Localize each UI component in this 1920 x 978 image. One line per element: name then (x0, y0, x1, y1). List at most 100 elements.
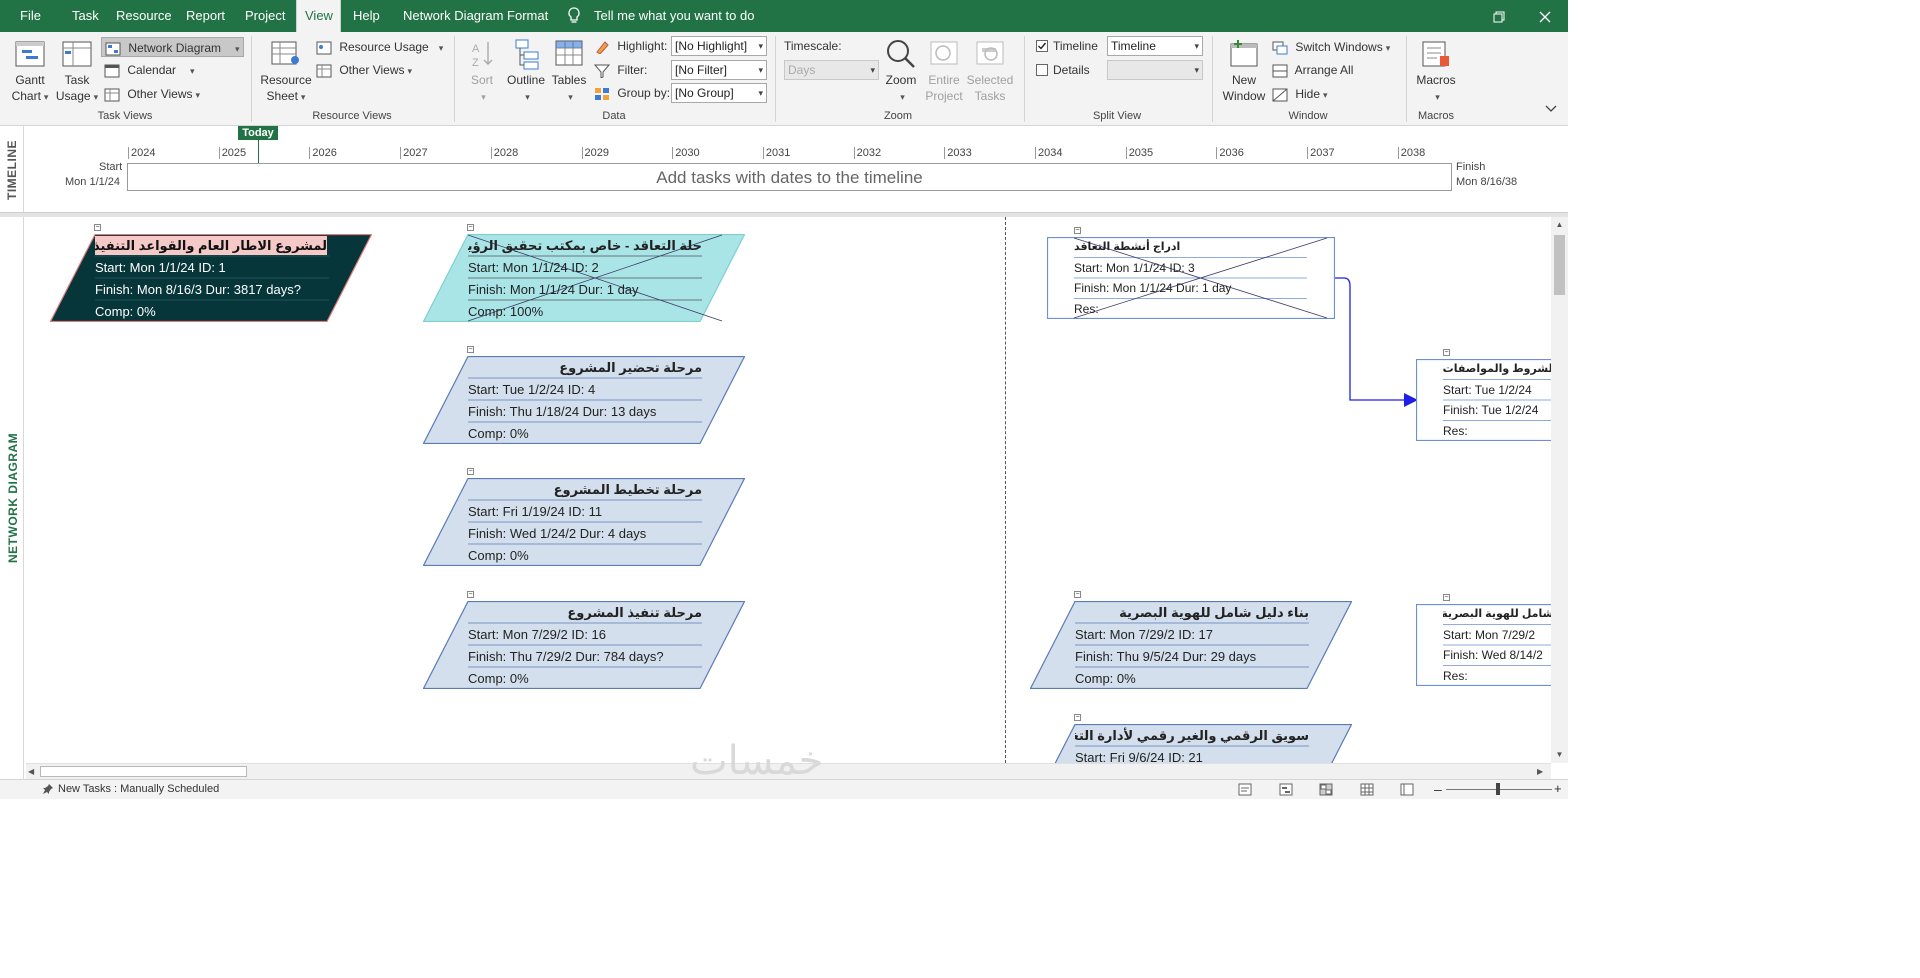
tab-network-diagram-format[interactable]: Network Diagram Format (395, 0, 556, 32)
network-view-shortcut-icon[interactable] (1319, 783, 1333, 796)
collapse-toggle-icon[interactable]: − (1074, 227, 1081, 234)
close-window-button[interactable] (1522, 0, 1568, 32)
group-by-dropdown[interactable]: [No Group] ▾ (671, 83, 767, 103)
timescale-dropdown[interactable]: Days ▾ (784, 60, 879, 80)
highlight-dropdown[interactable]: [No Highlight] ▾ (671, 36, 767, 56)
switch-windows-button[interactable]: Switch Windows ▾ (1272, 37, 1390, 57)
node-start-id: Start: Mon 7/29/2 ID: 16 (468, 627, 607, 642)
collapse-toggle-icon[interactable]: − (94, 224, 101, 231)
network-task-node[interactable]: − مرحلة تخطيط المشروع Start: Fri 1/19/24 I… (423, 468, 745, 566)
hide-button[interactable]: Hide ▾ (1272, 84, 1328, 104)
collapse-toggle-icon[interactable]: − (1443, 349, 1450, 356)
collapse-toggle-icon[interactable]: − (467, 224, 474, 231)
tab-file[interactable]: File (12, 0, 49, 32)
scroll-down-icon[interactable]: ▼ (1551, 747, 1568, 763)
entire-project-button[interactable]: Entire Project (922, 38, 966, 104)
details-checkbox-label: Details (1053, 63, 1090, 77)
sheet-view-shortcut-icon[interactable] (1360, 783, 1374, 796)
collapse-toggle-icon[interactable]: − (1443, 594, 1450, 601)
details-checkbox[interactable] (1036, 64, 1048, 76)
collapse-toggle-icon[interactable]: − (467, 346, 474, 353)
node-completion: Res: (1443, 668, 1468, 683)
gantt-label: Gantt (15, 73, 45, 87)
scroll-up-icon[interactable]: ▲ (1551, 217, 1568, 233)
timeline-year-tick: 2035 (1125, 147, 1153, 159)
timeline-view-dropdown[interactable]: Timeline ▾ (1107, 36, 1203, 56)
macros-button[interactable]: Macros ▾ (1412, 38, 1460, 105)
collapse-toggle-icon[interactable]: − (467, 591, 474, 598)
resource-usage-label: Resource Usage (339, 40, 429, 54)
tab-project[interactable]: Project (237, 0, 293, 32)
ribbon-separator (251, 36, 252, 122)
network-diagram-side-label: NETWORK DIAGRAM (6, 432, 20, 563)
network-task-node[interactable]: − مرحلة تنفيذ المشروع Start: Mon 7/29/2 ID… (423, 591, 745, 689)
vertical-scroll-thumb[interactable] (1554, 235, 1565, 295)
node-completion: Res: (1074, 301, 1099, 316)
collapse-ribbon-button[interactable] (1544, 102, 1558, 117)
scroll-left-icon[interactable]: ◀ (28, 765, 40, 778)
tab-resource[interactable]: Resource (108, 0, 180, 32)
network-task-node[interactable]: − بناء دليل شامل للهوية البصرية Start: Mon… (1030, 591, 1352, 689)
timeline-year-tick: 2026 (309, 147, 337, 159)
outline-button[interactable]: Outline ▾ (504, 38, 548, 105)
calendar-label: Calendar (127, 63, 177, 77)
collapse-toggle-icon[interactable]: − (1074, 591, 1081, 598)
tab-task[interactable]: Task (64, 0, 107, 32)
scroll-right-icon[interactable]: ▶ (1537, 765, 1549, 778)
network-task-node[interactable]: − حلة التعاقد - خاص بمكتب تحقيق الرؤية Sta… (423, 224, 745, 322)
new-tasks-mode[interactable]: New Tasks : Manually Scheduled (58, 783, 219, 795)
network-task-node[interactable]: − مرحلة تحضير المشروع Start: Tue 1/2/24 ID… (423, 346, 745, 444)
network-task-node[interactable]: − ل شامل للهوية البصرية Start: Mon 7/29/2 F… (1416, 594, 1566, 686)
tab-view[interactable]: View (296, 0, 341, 32)
node-finish-duration: Finish: Thu 7/29/2 Dur: 784 days? (468, 649, 664, 664)
sort-label: Sort (470, 73, 493, 87)
timeline-bar[interactable]: Add tasks with dates to the timeline (127, 163, 1452, 191)
node-start-id: Start: Mon 1/1/24 ID: 2 (468, 260, 599, 275)
resource-usage-button[interactable]: Resource Usage ▾ (316, 37, 443, 57)
task-view-shortcut-icon[interactable] (1238, 783, 1252, 796)
collapse-toggle-icon[interactable]: − (1074, 714, 1081, 721)
group-by-label: Group by: (617, 86, 671, 100)
filter-dropdown[interactable]: [No Filter] ▾ (671, 60, 767, 80)
pin-icon (43, 784, 53, 794)
gantt-label-2: Chart (11, 89, 41, 103)
gantt-view-shortcut-icon[interactable] (1279, 783, 1293, 796)
sort-button[interactable]: AZ Sort ▾ (462, 38, 502, 105)
network-task-node[interactable]: − لمشروع الاطار العام والقواعد التنفيذية"… (50, 224, 372, 322)
group-by-value: [No Group] (675, 86, 734, 100)
task-usage-button[interactable]: Task Usage ▾ (54, 38, 100, 105)
timeline-year-tick: 2025 (218, 147, 246, 159)
tables-button[interactable]: Tables ▾ (548, 38, 590, 105)
details-view-dropdown[interactable]: ▾ (1107, 60, 1203, 80)
node-completion: Comp: 100% (468, 304, 544, 319)
network-task-node[interactable]: − ادراج أنشطة التعاقد Start: Mon 1/1/24 ID… (1047, 227, 1335, 319)
network-diagram-button[interactable]: Network Diagram ▾ (101, 37, 244, 57)
tab-report[interactable]: Report (178, 0, 233, 32)
resource-other-views-button[interactable]: Other Views ▾ (316, 60, 412, 80)
restore-icon (1493, 11, 1505, 23)
resource-sheet-button[interactable]: Resource Sheet ▾ (258, 38, 314, 105)
vertical-scrollbar[interactable]: ▲ ▼ (1551, 217, 1568, 763)
node-start-id: Start: Fri 1/19/24 ID: 11 (468, 504, 603, 519)
other-views-button[interactable]: Other Views ▾ (104, 84, 200, 104)
timeline-checkbox[interactable] (1036, 40, 1048, 52)
collapse-toggle-icon[interactable]: − (467, 468, 474, 475)
zoom-out-icon[interactable]: – (1434, 781, 1442, 797)
horizontal-scroll-thumb[interactable] (40, 766, 247, 777)
zoom-slider-thumb[interactable] (1496, 783, 1500, 795)
gantt-chart-button[interactable]: Gantt Chart ▾ (6, 38, 54, 105)
new-window-button[interactable]: New Window (1218, 38, 1270, 104)
zoom-in-icon[interactable]: + (1554, 781, 1562, 796)
checkmark-icon (1038, 42, 1047, 50)
new-window-icon (1230, 40, 1258, 67)
tab-help[interactable]: Help (345, 0, 388, 32)
node-task-name: بناء دليل شامل للهوية البصرية (1119, 605, 1309, 620)
selected-tasks-button[interactable]: Selected Tasks (966, 38, 1014, 104)
resource-sheet-label-2: Sheet (266, 89, 298, 103)
arrange-all-button[interactable]: Arrange All (1272, 60, 1353, 80)
zoom-button[interactable]: Zoom ▾ (880, 38, 922, 105)
network-task-node[interactable]: − ة الشروط والمواصفات Start: Tue 1/2/24 Fin… (1416, 349, 1566, 441)
restore-window-button[interactable] (1476, 0, 1522, 32)
timeline-view-shortcut-icon[interactable] (1400, 783, 1414, 796)
calendar-button[interactable]: Calendar ▾ (104, 60, 195, 80)
